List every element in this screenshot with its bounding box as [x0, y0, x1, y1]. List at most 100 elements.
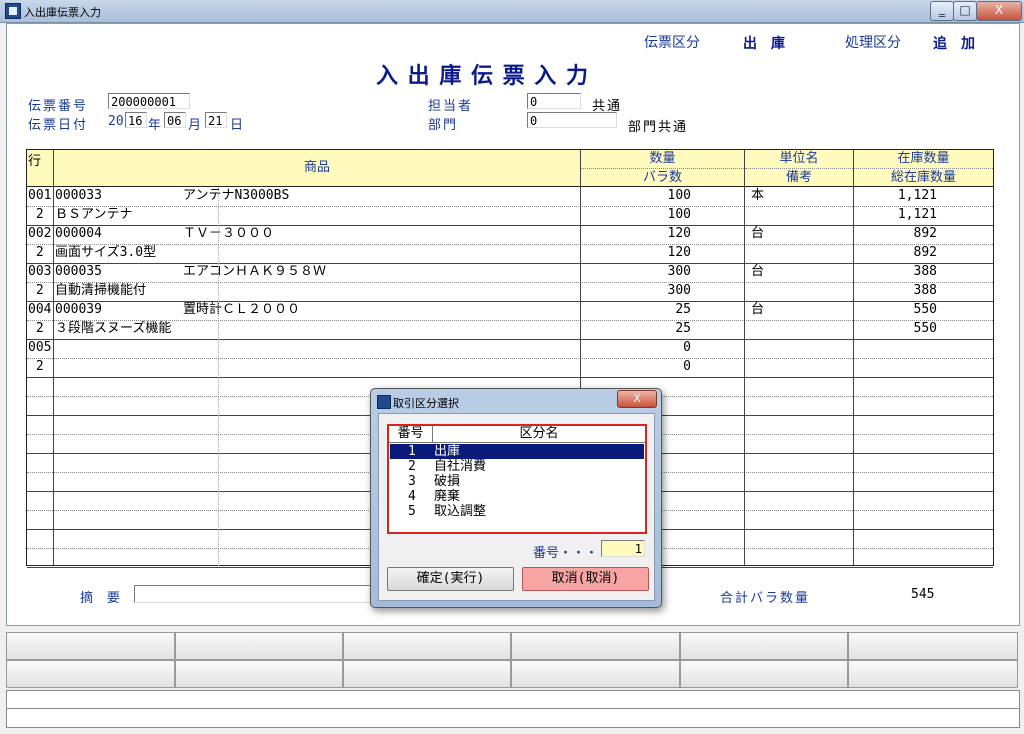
cell-unit[interactable] — [751, 320, 841, 338]
cell-line[interactable]: 2 — [28, 282, 53, 300]
table-row[interactable]: 2 自動清掃機能付 300 388 — [27, 282, 993, 302]
cell-line[interactable]: 2 — [28, 244, 53, 262]
cell-stock[interactable]: 892 — [857, 244, 937, 262]
dept-field[interactable]: 0 — [527, 112, 617, 128]
cell-unit[interactable]: 本 — [751, 187, 841, 205]
cell-unit[interactable] — [751, 339, 841, 357]
cancel-button[interactable]: 取消(取消) — [522, 567, 649, 591]
cell-stock[interactable]: 550 — [857, 301, 937, 319]
cell-unit[interactable] — [751, 282, 841, 300]
cell-product-name[interactable]: アンテナN3000BS — [183, 187, 563, 205]
cell-unit[interactable]: 台 — [751, 301, 841, 319]
function-key-button[interactable] — [343, 660, 511, 688]
cell-stock[interactable]: 388 — [857, 282, 937, 300]
cell-line[interactable]: 2 — [28, 358, 53, 376]
cell-qty[interactable]: 120 — [587, 225, 691, 243]
cell-code[interactable]: 000039 — [55, 301, 175, 319]
cell-stock[interactable]: 892 — [857, 225, 937, 243]
cell-code[interactable]: 000004 — [55, 225, 175, 243]
function-key-button[interactable] — [6, 632, 175, 660]
cell-qty[interactable]: 0 — [587, 339, 691, 357]
cell-qty[interactable]: 100 — [587, 187, 691, 205]
table-row[interactable]: 001 000033 アンテナN3000BS 100 本 1,121 — [27, 187, 993, 207]
cell-stock[interactable]: 550 — [857, 320, 937, 338]
cell-product-name[interactable]: ３段階スヌーズ機能 — [55, 320, 435, 338]
function-key-button[interactable] — [680, 660, 848, 688]
cell-product-name[interactable]: エアコンＨＡＫ９５８Ｗ — [183, 263, 563, 281]
table-row[interactable]: 003 000035 エアコンＨＡＫ９５８Ｗ 300 台 388 — [27, 263, 993, 283]
table-row[interactable]: 005 0 — [27, 339, 993, 359]
cell-line[interactable]: 2 — [28, 320, 53, 338]
function-key-button[interactable] — [175, 632, 343, 660]
cell-unit[interactable] — [751, 358, 841, 376]
cell-code[interactable]: 000035 — [55, 263, 175, 281]
cell-stock[interactable]: 388 — [857, 263, 937, 281]
cell-stock[interactable]: 1,121 — [857, 187, 937, 205]
cell-qty[interactable]: 300 — [587, 282, 691, 300]
function-key-button[interactable] — [511, 660, 680, 688]
cell-unit[interactable] — [751, 244, 841, 262]
transaction-type-dialog[interactable]: 取引区分選択 X 番号 区分名 1 出庫 2 自社消費 3 破損 4 廃棄 5 取込調整 番号・・… — [370, 388, 662, 608]
function-key-button[interactable] — [175, 660, 343, 688]
list-item[interactable]: 3 破損 — [390, 474, 644, 489]
cell-unit[interactable]: 台 — [751, 263, 841, 281]
cell-line[interactable]: 002 — [28, 225, 53, 243]
function-key-button[interactable] — [848, 632, 1018, 660]
function-key-button[interactable] — [511, 632, 680, 660]
function-key-button[interactable] — [343, 632, 511, 660]
date-day-field[interactable]: 21 — [205, 112, 227, 128]
function-key-button[interactable] — [680, 632, 848, 660]
cell-stock[interactable]: 1,121 — [857, 206, 937, 224]
function-key-button[interactable] — [848, 660, 1018, 688]
cell-product-name[interactable] — [55, 358, 435, 376]
slip-no-field[interactable]: 200000001 — [108, 93, 190, 109]
table-row[interactable]: 2 ＢＳアンテナ 100 1,121 — [27, 206, 993, 226]
cell-product-name[interactable]: 画面サイズ3.0型 — [55, 244, 435, 262]
table-row[interactable]: 2 画面サイズ3.0型 120 892 — [27, 244, 993, 264]
memo-field[interactable] — [134, 585, 374, 603]
window-titlebar[interactable]: 入出庫伝票入力 ‗ □ X — [0, 0, 1024, 23]
list-item[interactable]: 2 自社消費 — [390, 459, 644, 474]
person-label: 担当者 — [428, 99, 474, 114]
cell-qty[interactable]: 100 — [587, 206, 691, 224]
cell-line[interactable]: 2 — [28, 206, 53, 224]
cell-qty[interactable]: 0 — [587, 358, 691, 376]
minimize-button[interactable]: ‗ — [930, 1, 954, 21]
cell-line[interactable]: 005 — [28, 339, 53, 357]
maximize-button[interactable]: □ — [953, 1, 977, 21]
list-item[interactable]: 4 廃棄 — [390, 489, 644, 504]
table-row[interactable]: 002 000004 ＴＶ－３０００ 120 台 892 — [27, 225, 993, 245]
date-year-field[interactable]: 16 — [125, 112, 147, 128]
number-field[interactable]: 1 — [601, 540, 645, 557]
cell-line[interactable]: 003 — [28, 263, 53, 281]
list-item[interactable]: 5 取込調整 — [390, 504, 644, 519]
cell-qty[interactable]: 25 — [587, 320, 691, 338]
cell-product-name[interactable]: ＴＶ－３０００ — [183, 225, 563, 243]
cell-code[interactable]: 000033 — [55, 187, 175, 205]
person-field[interactable]: 0 — [527, 93, 581, 109]
table-row[interactable]: 20 — [27, 358, 993, 378]
date-month-field[interactable]: 06 — [164, 112, 186, 128]
list-item[interactable]: 1 出庫 — [390, 444, 644, 459]
cell-stock[interactable] — [857, 358, 937, 376]
cell-product-name[interactable] — [183, 339, 563, 357]
cell-product-name[interactable]: ＢＳアンテナ — [55, 206, 435, 224]
close-button[interactable]: X — [976, 1, 1022, 21]
cell-unit[interactable] — [751, 206, 841, 224]
type-listbox[interactable]: 番号 区分名 1 出庫 2 自社消費 3 破損 4 廃棄 5 取込調整 — [387, 424, 647, 534]
cell-line[interactable]: 004 — [28, 301, 53, 319]
table-row[interactable]: 004 000039 置時計ＣＬ２０００ 25 台 550 — [27, 301, 993, 321]
dialog-close-button[interactable]: X — [617, 390, 657, 408]
cell-product-name[interactable]: 置時計ＣＬ２０００ — [183, 301, 563, 319]
table-row[interactable]: 2 ３段階スヌーズ機能 25 550 — [27, 320, 993, 340]
cell-stock[interactable] — [857, 339, 937, 357]
cell-qty[interactable]: 120 — [587, 244, 691, 262]
cell-qty[interactable]: 300 — [587, 263, 691, 281]
cell-unit[interactable]: 台 — [751, 225, 841, 243]
cell-line[interactable]: 001 — [28, 187, 53, 205]
confirm-button[interactable]: 確定(実行) — [387, 567, 514, 591]
cell-code[interactable] — [55, 339, 175, 357]
function-key-button[interactable] — [6, 660, 175, 688]
cell-qty[interactable]: 25 — [587, 301, 691, 319]
cell-product-name[interactable]: 自動清掃機能付 — [55, 282, 435, 300]
